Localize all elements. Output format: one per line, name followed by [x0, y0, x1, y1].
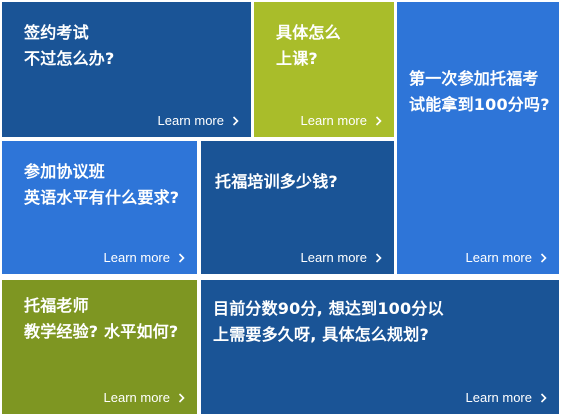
learn-more-label: Learn more	[157, 113, 224, 128]
learn-more-link[interactable]: Learn more	[466, 390, 547, 406]
faq-tile-how-class[interactable]: 具体怎么 上课? Learn more	[254, 2, 394, 137]
tile-title: 目前分数90分, 想达到100分以 上需要多久呀, 具体怎么规划?	[213, 299, 444, 344]
tile-title: 具体怎么 上课?	[276, 23, 341, 68]
learn-more-label: Learn more	[300, 250, 367, 265]
faq-tile-first-toefl-100[interactable]: 第一次参加托福考 试能拿到100分吗? Learn more	[397, 2, 559, 274]
learn-more-link[interactable]: Learn more	[301, 250, 382, 266]
learn-more-label: Learn more	[465, 250, 532, 265]
tile-title: 托福培训多少钱?	[215, 172, 338, 191]
chevron-right-icon	[178, 393, 185, 403]
tile-title: 托福老师 教学经验? 水平如何?	[24, 296, 179, 341]
chevron-right-icon	[375, 253, 382, 263]
learn-more-link[interactable]: Learn more	[158, 113, 239, 129]
tile-title: 参加协议班 英语水平有什么要求?	[24, 162, 180, 207]
tile-title: 签约考试 不过怎么办?	[24, 23, 115, 68]
faq-tile-exam-fail[interactable]: 签约考试 不过怎么办? Learn more	[2, 2, 251, 137]
faq-tile-teacher-experience[interactable]: 托福老师 教学经验? 水平如何? Learn more	[2, 280, 197, 414]
chevron-right-icon	[540, 393, 547, 403]
faq-tile-score-plan[interactable]: 目前分数90分, 想达到100分以 上需要多久呀, 具体怎么规划? Learn …	[201, 280, 559, 414]
chevron-right-icon	[540, 253, 547, 263]
learn-more-link[interactable]: Learn more	[466, 250, 547, 266]
learn-more-label: Learn more	[465, 390, 532, 405]
chevron-right-icon	[178, 253, 185, 263]
learn-more-label: Learn more	[300, 113, 367, 128]
chevron-right-icon	[375, 116, 382, 126]
learn-more-link[interactable]: Learn more	[104, 390, 185, 406]
faq-tile-price[interactable]: 托福培训多少钱? Learn more	[201, 141, 394, 274]
learn-more-link[interactable]: Learn more	[301, 113, 382, 129]
learn-more-label: Learn more	[103, 250, 170, 265]
learn-more-label: Learn more	[103, 390, 170, 405]
tile-title: 第一次参加托福考 试能拿到100分吗?	[409, 69, 550, 114]
chevron-right-icon	[232, 116, 239, 126]
faq-tile-english-requirement[interactable]: 参加协议班 英语水平有什么要求? Learn more	[2, 141, 197, 274]
learn-more-link[interactable]: Learn more	[104, 250, 185, 266]
